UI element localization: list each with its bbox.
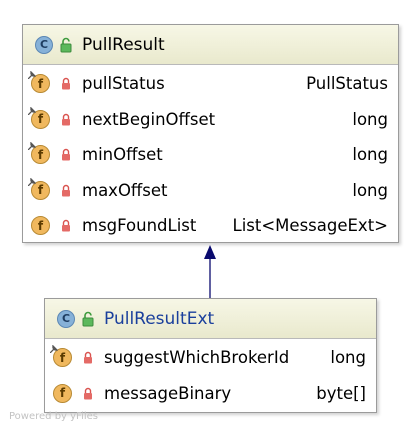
field-name: nextBeginOffset <box>82 109 216 129</box>
field-type: long <box>352 145 388 165</box>
private-lock-icon <box>84 387 92 400</box>
field-row[interactable]: f nextBeginOffset long <box>23 102 398 138</box>
class-icon: C <box>35 35 53 54</box>
field-name: maxOffset <box>82 180 168 200</box>
class-pullresult[interactable]: C PullResult f pullStatus PullStatus f n… <box>22 24 399 243</box>
class-name: PullResultExt <box>104 308 215 329</box>
field-icon: f <box>31 216 50 236</box>
class-header: C PullResultExt <box>45 299 376 339</box>
class-icon: C <box>57 309 75 328</box>
pin-icon <box>28 142 36 151</box>
field-icon: f <box>28 71 50 94</box>
arrow-head <box>204 245 216 259</box>
field-type: byte[] <box>316 383 366 403</box>
pin-icon <box>50 345 58 354</box>
pin-icon <box>28 71 36 80</box>
field-icon: f <box>28 177 50 200</box>
field-type: List<MessageExt> <box>232 216 388 236</box>
field-row[interactable]: f messageBinary byte[] <box>45 376 376 412</box>
field-row[interactable]: f minOffset long <box>23 137 398 173</box>
field-name: pullStatus <box>82 74 165 94</box>
private-lock-icon <box>62 78 70 90</box>
private-lock-icon <box>84 352 92 364</box>
field-name: minOffset <box>82 145 163 165</box>
public-open-lock-icon <box>60 37 72 52</box>
uml-diagram: C PullResult f pullStatus PullStatus f n… <box>0 0 419 434</box>
field-list: f suggestWhichBrokerId long f messageBin… <box>45 339 376 411</box>
field-icon: f <box>28 106 50 129</box>
inheritance-arrow <box>204 245 216 299</box>
field-row[interactable]: f suggestWhichBrokerId long <box>45 340 376 376</box>
private-lock-icon <box>62 149 70 161</box>
field-name: suggestWhichBrokerId <box>104 348 290 368</box>
private-lock-icon <box>62 220 70 232</box>
private-lock-icon <box>62 184 70 197</box>
pin-icon <box>28 106 36 115</box>
class-pullresultext[interactable]: C PullResultExt f suggestWhichBrokerId l… <box>44 298 377 413</box>
field-type: long <box>352 109 388 129</box>
field-row[interactable]: f msgFoundList List<MessageExt> <box>23 208 398 244</box>
field-name: messageBinary <box>104 383 232 403</box>
field-type: PullStatus <box>306 74 388 94</box>
field-type: long <box>330 348 366 368</box>
field-type: long <box>352 180 388 200</box>
class-header: C PullResult <box>23 25 398 65</box>
class-name: PullResult <box>82 34 165 55</box>
field-icon: f <box>50 345 72 368</box>
field-name: msgFoundList <box>82 216 197 236</box>
field-icon: f <box>28 142 50 165</box>
pin-icon <box>28 177 36 186</box>
field-row[interactable]: f maxOffset long <box>23 173 398 209</box>
field-icon: f <box>53 383 72 403</box>
public-open-lock-icon <box>82 311 94 326</box>
powered-by-footer: Powered by yFiles <box>9 411 98 422</box>
private-lock-icon <box>62 113 70 126</box>
field-list: f pullStatus PullStatus f nextBeginOffse… <box>23 65 398 244</box>
field-row[interactable]: f pullStatus PullStatus <box>23 66 398 102</box>
